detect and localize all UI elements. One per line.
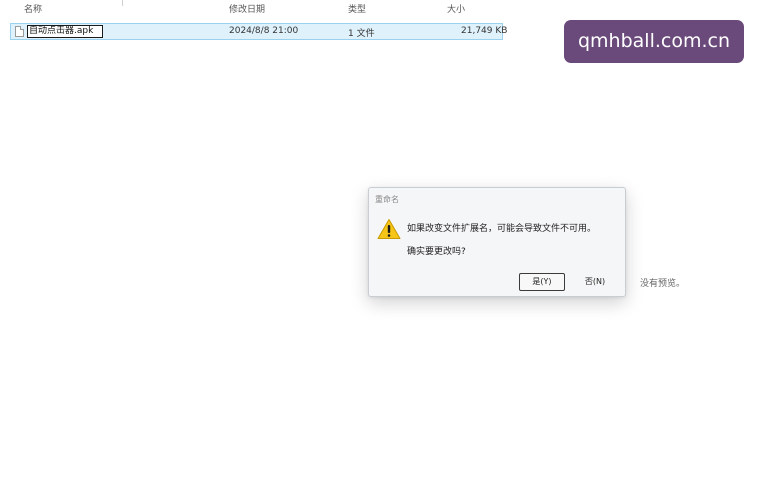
dialog-title: 重命名: [375, 195, 399, 204]
column-header-name[interactable]: 名称: [24, 2, 42, 15]
column-divider[interactable]: [122, 0, 123, 6]
watermark-banner: qmhball.com.cn: [564, 20, 744, 63]
yes-button[interactable]: 是(Y): [519, 273, 565, 291]
column-header-size[interactable]: 大小: [447, 2, 465, 15]
rename-input[interactable]: 自动点击器.apk: [27, 25, 103, 38]
warning-icon: [377, 219, 401, 239]
file-size: 21,749 KB: [461, 26, 508, 36]
dialog-question: 确实要更改吗?: [407, 247, 466, 257]
preview-pane-message: 没有预览。: [640, 279, 686, 289]
column-header-type[interactable]: 类型: [348, 2, 366, 15]
no-button[interactable]: 否(N): [572, 273, 618, 291]
file-modified-date: 2024/8/8 21:00: [229, 26, 299, 36]
column-header-modified[interactable]: 修改日期: [229, 2, 265, 15]
file-type: 1 文件: [348, 29, 375, 39]
file-row-selected[interactable]: 自动点击器.apk 2024/8/8 21:00 1 文件 21,749 KB: [10, 23, 507, 40]
rename-confirm-dialog: 重命名 如果改变文件扩展名，可能会导致文件不可用。 确实要更改吗? 是(Y) 否…: [368, 187, 626, 297]
dialog-message: 如果改变文件扩展名，可能会导致文件不可用。: [407, 224, 597, 234]
file-icon: [15, 26, 24, 37]
